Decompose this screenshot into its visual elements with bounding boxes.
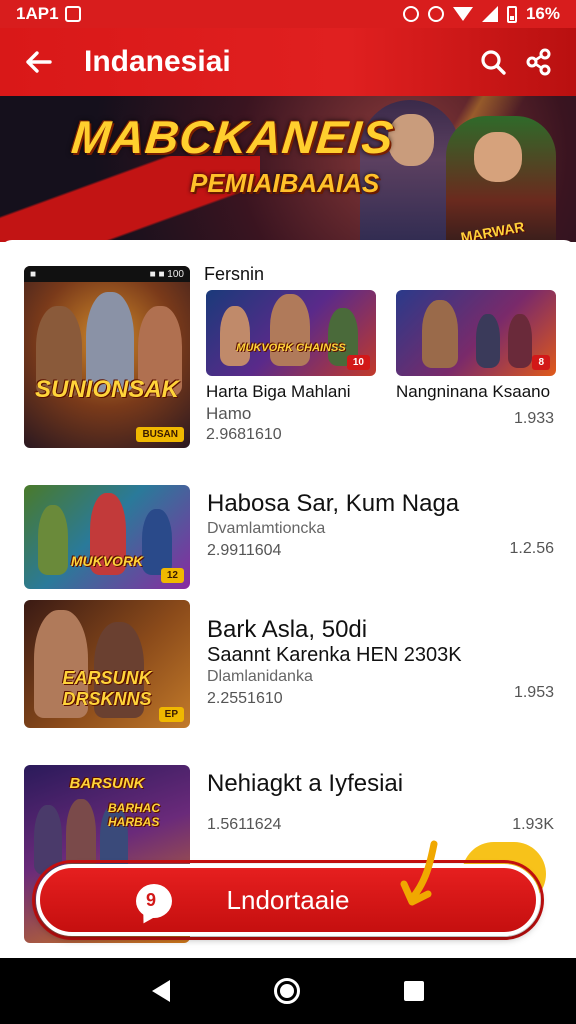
character-figure <box>270 294 310 366</box>
game-art-title: EARSUNK DRSKNNS <box>62 668 152 709</box>
game-art-title: MUKVORK <box>70 553 144 569</box>
game-size: 1.93K <box>512 816 554 833</box>
nav-recents-icon[interactable] <box>404 981 424 1001</box>
thumbnail-statusbar: ■ ■ ■ 100 <box>24 266 190 282</box>
game-thumbnail[interactable]: 8 <box>396 290 556 376</box>
nav-home-icon[interactable] <box>274 978 300 1004</box>
wifi-icon <box>452 7 473 21</box>
game-count: 2.2551610 <box>207 690 283 707</box>
game-developer: Dvamlamtioncka <box>207 520 326 537</box>
game-subtitle: Hamo <box>206 404 252 423</box>
status-bar: 1AP1 16% <box>0 0 576 28</box>
chat-bubble-icon: 9 <box>136 884 172 918</box>
game-thumbnail[interactable]: MUKVORK CHAINSS 10 <box>206 290 376 376</box>
notification-icon <box>64 6 81 22</box>
game-thumbnail[interactable]: EARSUNK DRSKNNS EP <box>24 600 190 728</box>
character-figure <box>220 306 250 366</box>
character-figure <box>476 314 500 368</box>
arrow-left-icon <box>26 51 52 73</box>
search-button[interactable] <box>470 39 516 85</box>
nav-back-icon[interactable] <box>152 980 170 1002</box>
game-title[interactable]: Harta Biga Mahlani <box>206 382 351 402</box>
game-art-title: MUKVORK CHAINSS <box>236 342 346 354</box>
game-title[interactable]: Nehiagkt a Iyfesiai <box>207 770 403 798</box>
game-title[interactable]: Nangninana Ksaano <box>396 382 550 402</box>
featured-game-thumbnail[interactable]: ■ ■ ■ 100 SUNIONSAK BUSAN <box>24 266 190 448</box>
pointer-arrow-icon <box>400 840 438 906</box>
game-size: 1.933 <box>514 410 555 427</box>
game-title[interactable]: Habosa Sar, Kum Naga <box>207 490 459 518</box>
section-title: Fersnin <box>204 264 265 284</box>
game-art-title: BARSUNK <box>69 775 145 792</box>
alarm-icon <box>402 6 419 22</box>
character-figure <box>508 314 532 368</box>
character-figure <box>422 300 458 368</box>
banner-heading: MABCKANEIS <box>69 111 397 163</box>
game-count: 2.9681610 <box>206 426 282 443</box>
page-title: Indanesiai <box>84 45 231 78</box>
signal-icon <box>481 6 498 22</box>
back-button[interactable] <box>14 38 62 86</box>
do-not-disturb-icon <box>427 6 444 22</box>
game-count: 1.5611624 <box>207 816 282 833</box>
game-subtitle: Saannt Karenka HEN 2303K <box>207 644 462 666</box>
featured-game-chip: BUSAN <box>136 427 184 442</box>
banner-subheading: PEMIAIBAAIAS <box>190 168 380 198</box>
promo-banner[interactable]: MABCKANEIS PEMIAIBAAIAS MARWAR <box>0 96 576 242</box>
featured-game-art-title: SUNIONSAK <box>34 376 179 403</box>
cta-label: Lndortaaie <box>226 884 350 915</box>
game-badge: EP <box>158 707 184 722</box>
status-time: 1AP1 <box>16 4 59 23</box>
game-count: 2.9911604 <box>207 542 282 559</box>
game-size: 1.953 <box>513 684 554 701</box>
cta-button[interactable]: 9 Lndortaaie <box>36 864 540 936</box>
game-badge: 12 <box>160 568 184 583</box>
game-badge: 10 <box>346 355 370 370</box>
game-size: 1.2.56 <box>509 540 554 557</box>
game-title[interactable]: Bark Asla, 50di <box>207 616 367 644</box>
search-icon <box>481 50 506 75</box>
system-navigation-bar <box>0 958 576 1024</box>
share-icon <box>526 48 551 76</box>
app-bar: Indanesiai <box>0 28 576 96</box>
game-thumbnail[interactable]: MUKVORK 12 <box>24 485 190 589</box>
battery-percent: 16% <box>525 4 560 23</box>
battery-icon <box>506 5 517 23</box>
game-developer: Dlamlanidanka <box>207 668 313 685</box>
share-button[interactable] <box>516 39 562 85</box>
game-badge: 8 <box>532 355 550 370</box>
game-art-title: BARHAC HARBAS <box>108 801 160 829</box>
